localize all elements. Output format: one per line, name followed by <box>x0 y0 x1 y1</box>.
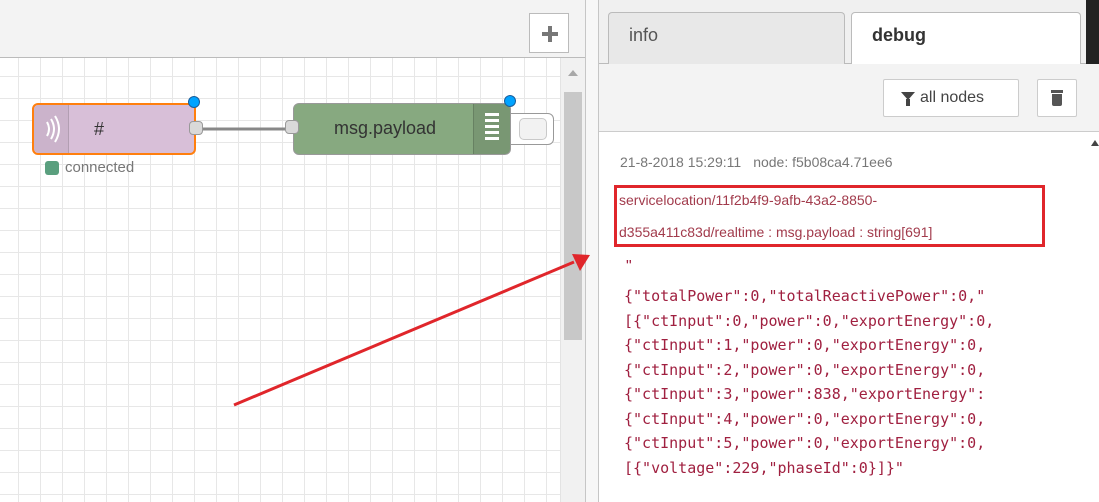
payload-line: {"ctInput":2,"power":0,"exportEnergy":0, <box>624 360 986 379</box>
scroll-up-icon[interactable] <box>1091 140 1099 146</box>
message-topic-line-1: servicelocation/11f2b4f9-9afb-43a2-8850- <box>619 192 878 208</box>
clear-messages-button[interactable] <box>1037 79 1077 117</box>
message-timestamp: 21-8-2018 15:29:11 <box>620 154 742 170</box>
debug-toolbar: all nodes <box>599 64 1099 132</box>
sidebar-separator[interactable] <box>585 0 599 502</box>
payload-line: {"totalPower":0,"totalReactivePower":0," <box>624 287 986 305</box>
changed-badge <box>188 96 200 108</box>
sidebar: info debug all nodes 21-8-2018 15:29:11 n… <box>599 0 1099 502</box>
payload-line: {"ctInput":4,"power":0,"exportEnergy":0, <box>624 409 986 428</box>
mqtt-in-node[interactable]: # <box>32 96 203 155</box>
filter-icon <box>901 92 915 106</box>
payload-quote: " <box>626 258 632 275</box>
debug-toggle-button[interactable] <box>510 113 554 145</box>
mqtt-icon <box>34 105 69 153</box>
payload-line: {"ctInput":5,"power":0,"exportEnergy":0, <box>624 434 986 452</box>
message-meta: 21-8-2018 15:29:11 node: f5b08ca4.71ee6 <box>620 154 893 170</box>
message-topic-line-2: d355a411c83d/realtime : msg.payload : st… <box>619 224 933 240</box>
debug-node-label: msg.payload <box>334 118 437 138</box>
payload-line: {"ctInput":1,"power":0,"exportEnergy":0, <box>624 336 986 354</box>
message-node-id[interactable]: node: f5b08ca4.71ee6 <box>753 154 892 170</box>
debug-node[interactable]: msg.payload <box>285 95 516 155</box>
sidebar-tabs: info debug <box>599 0 1099 65</box>
output-port[interactable] <box>189 121 203 135</box>
tab-info[interactable]: info <box>608 12 845 64</box>
node-wire[interactable] <box>0 0 585 502</box>
trash-icon-body <box>1052 94 1062 106</box>
mqtt-node-label: # <box>94 119 105 139</box>
filter-label: all nodes <box>920 89 985 106</box>
status-dot <box>45 161 59 175</box>
trash-icon <box>1051 90 1063 93</box>
debug-list-icon <box>473 104 510 154</box>
sidebar-edge <box>1086 0 1099 64</box>
payload-string[interactable]: {"totalPower":0,"totalReactivePower":0,"… <box>624 284 994 480</box>
status-text: connected <box>65 159 135 176</box>
workspace[interactable]: # connected msg.payload <box>0 0 585 502</box>
payload-line: [{"voltage":229,"phaseId":0}]}" <box>624 458 904 477</box>
filter-nodes-button[interactable]: all nodes <box>883 79 1019 117</box>
debug-messages[interactable]: 21-8-2018 15:29:11 node: f5b08ca4.71ee6 s… <box>599 132 1099 502</box>
input-port[interactable] <box>285 120 299 134</box>
payload-line: [{"ctInput":0,"power":0,"exportEnergy":0… <box>624 311 995 330</box>
tab-debug[interactable]: debug <box>851 12 1081 65</box>
debug-toggle-inner <box>519 118 547 140</box>
tab-info-label: info <box>629 25 659 45</box>
changed-badge <box>504 95 516 107</box>
tab-debug-label: debug <box>872 25 926 45</box>
payload-line: {"ctInput":3,"power":838,"exportEnergy": <box>624 385 986 403</box>
